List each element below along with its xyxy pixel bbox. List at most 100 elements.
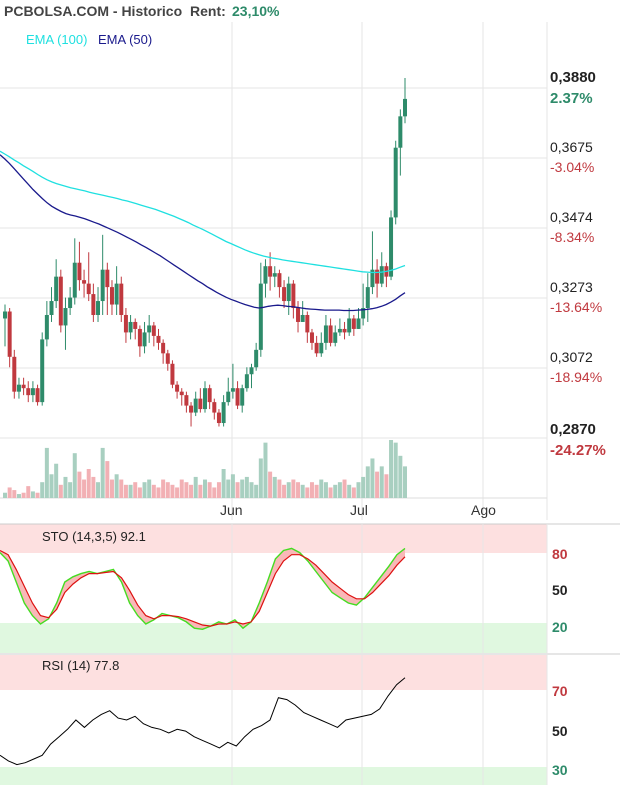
volume-bar	[333, 484, 338, 498]
sto-oversold-zone	[0, 623, 547, 653]
candle-body	[58, 276, 63, 326]
candle-body	[170, 363, 175, 385]
volume-bar	[296, 482, 301, 498]
candle-body	[77, 262, 82, 281]
price-axis: 0,3880 2.37% 0,3675 -3.04% 0,3474 -8.34%…	[550, 69, 606, 459]
candle-body	[216, 412, 221, 424]
volume-bar	[319, 479, 324, 498]
candle-body	[254, 349, 259, 368]
volume-bar	[291, 479, 296, 498]
volume-bar	[151, 484, 156, 498]
candle-body	[86, 283, 91, 295]
volume-bar	[198, 484, 203, 498]
volume-bar	[300, 484, 305, 498]
candle-body	[91, 294, 96, 315]
candle-body	[309, 332, 314, 343]
candle-body	[175, 384, 180, 392]
candle-body	[161, 342, 166, 354]
candle-body	[3, 311, 7, 319]
volume-bar	[277, 479, 282, 498]
volume-bar	[384, 474, 389, 498]
candle-body	[189, 405, 194, 413]
volume-bar	[137, 487, 142, 498]
candle-body	[300, 314, 305, 322]
x-tick-ago: Ago	[471, 502, 496, 518]
volume-bar	[189, 484, 194, 498]
volume-bar	[54, 463, 59, 498]
sto-d-line	[0, 549, 406, 627]
volume-bar	[82, 479, 87, 498]
pct-tick: -13.64%	[550, 299, 602, 315]
candle-body	[328, 325, 333, 343]
candle-body	[282, 287, 287, 302]
volume-bar	[161, 479, 166, 498]
candle-body	[356, 318, 361, 329]
volume-bar	[216, 482, 221, 498]
volume-bar	[30, 491, 35, 498]
candle-body	[12, 356, 17, 392]
candle-body	[133, 321, 138, 329]
candle-body	[100, 269, 105, 302]
pct-tick: -18.94%	[550, 369, 602, 385]
candle-body	[333, 332, 338, 343]
volume-bar	[44, 447, 49, 498]
candle-body	[305, 314, 310, 333]
volume-bar	[63, 476, 68, 498]
candle-body	[114, 283, 119, 305]
rsi-line	[0, 677, 406, 766]
x-tick-jul: Jul	[350, 502, 368, 518]
legend-ema100: EMA (100)	[26, 32, 87, 47]
volume-bar	[7, 487, 12, 498]
candle-body	[82, 280, 87, 284]
candle-body	[96, 301, 101, 315]
volume-bar	[226, 479, 231, 498]
volume-bar	[86, 469, 91, 498]
volume-bar	[282, 484, 287, 498]
candle-body	[26, 388, 31, 396]
candle-body	[68, 297, 73, 309]
volume-bar	[21, 492, 26, 498]
candle-body	[286, 283, 291, 302]
price-tick: 0,3072	[550, 349, 593, 365]
stock-chart: PCBOLSA.COM - Historico Rent: 23,10% EMA…	[0, 3, 620, 785]
candle-body	[272, 273, 277, 277]
candle-body	[226, 391, 231, 403]
candle-body	[21, 384, 26, 389]
volume-bar	[356, 482, 361, 498]
volume-bar	[3, 492, 7, 498]
candle-body	[393, 147, 398, 218]
candle-body	[203, 388, 207, 410]
candle-body	[137, 328, 142, 347]
rsi-tick-70: 70	[552, 683, 568, 699]
volume-bar	[221, 469, 226, 498]
volume-bar	[142, 482, 147, 498]
candle-body	[351, 318, 356, 329]
candle-body	[156, 335, 161, 343]
candle-body	[119, 283, 124, 315]
volume-bar	[58, 484, 63, 498]
rsi-label: RSI (14) 77.8	[42, 658, 119, 673]
candle-body	[179, 391, 184, 396]
candle-body	[54, 276, 59, 302]
candle-body	[319, 342, 324, 354]
sto-label: STO (14,3,5) 92.1	[42, 529, 146, 544]
rsi-tick-30: 30	[552, 762, 568, 778]
volume-bar	[314, 484, 319, 498]
candle-body	[35, 388, 40, 403]
x-axis: Jun Jul Ago	[220, 502, 496, 518]
price-tick: 0,3474	[550, 209, 593, 225]
volume-bar	[230, 474, 235, 498]
volume-bar	[40, 482, 45, 498]
sto-fill	[0, 548, 405, 630]
price-tick: 0,3675	[550, 139, 593, 155]
volume-bar	[156, 487, 161, 498]
candles	[3, 78, 407, 427]
candle-body	[403, 98, 407, 117]
volume-bar	[375, 471, 380, 498]
volume-bar	[35, 492, 40, 498]
volume-bar	[119, 479, 124, 498]
price-tick: 0,2870	[550, 421, 596, 438]
candle-body	[249, 367, 254, 375]
candle-body	[314, 342, 319, 354]
candle-body	[347, 318, 352, 333]
